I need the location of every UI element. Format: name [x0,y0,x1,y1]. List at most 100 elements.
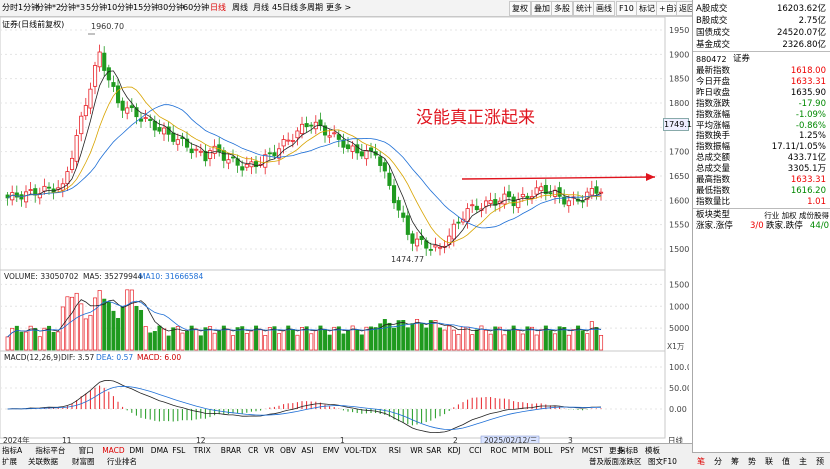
indicator-tab[interactable]: MCST [582,446,603,456]
indicator-tab[interactable]: CCI [469,446,482,456]
toolbar-button[interactable]: 统计 [573,1,595,16]
period-tab[interactable]: 分钟*3 [60,2,85,14]
extension-tab-right[interactable]: 图文F10 [648,457,677,467]
side-tab[interactable]: 联 [765,456,773,467]
period-tab[interactable]: 45日线 [272,2,298,14]
period-tab[interactable]: 分钟*2 [36,2,61,14]
candle-body [102,52,107,71]
toolbar-button[interactable]: 复权 [509,1,531,16]
indicator-tab[interactable]: MTM [512,446,530,456]
toolbar-button[interactable]: 标记 [636,1,658,16]
side-tab[interactable]: 预 [816,456,824,467]
indicator-set-tab[interactable]: 模板 [645,446,660,456]
volume-bar [74,292,79,351]
stat-value: 433.71亿 [787,153,826,164]
extension-tab-right[interactable]: 普及版面涨跌区 [589,457,642,467]
toolbar-button[interactable]: 叠加 [531,1,553,16]
candle-body [401,212,406,218]
candle-body [194,148,199,151]
candle-body [244,164,249,168]
stat-label: 指数量比 [696,196,731,207]
indicator-tab[interactable]: ASI [301,446,313,456]
toolbar-button[interactable]: F10 [616,1,637,16]
indicator-tab[interactable]: DMA [151,446,168,456]
indicator-tab[interactable]: FSL [172,446,185,456]
volume-bar [346,330,351,351]
indicator-tab[interactable]: PSY [560,446,574,456]
extension-tab[interactable]: 财富圈 [72,457,95,467]
volume-bar [359,334,364,351]
volume-bar [369,326,374,351]
price-axis-label: 1500 [669,245,689,254]
indicator-tab[interactable]: MACD [102,446,124,456]
period-tab[interactable]: 60分钟 [183,2,209,14]
candle-body [539,186,544,192]
volume-bar [143,326,148,351]
period-tab[interactable]: 10分钟 [107,2,133,14]
market-row-value: 24520.07亿 [776,28,826,38]
period-tab[interactable]: 5分钟 [86,2,107,14]
period-tab[interactable]: 月线 [253,2,269,14]
stat-value: -0.86% [795,120,826,131]
candle-body [93,65,98,87]
volume-bar [433,320,438,351]
candle-body [83,105,88,117]
period-tab[interactable]: 更多 > [326,2,351,14]
period-tab[interactable]: 30分钟 [158,2,184,14]
candle-body [88,88,93,109]
period-tab[interactable]: 15分钟 [133,2,159,14]
indicator-tab[interactable]: 指标A [2,446,22,456]
side-tab[interactable]: 笔 [697,456,705,467]
indicator-tab[interactable]: CR [248,446,258,456]
extension-tab[interactable]: 关联数据 [28,457,58,467]
indicator-tab[interactable]: RSI [389,446,401,456]
stat-row: 最高指数 1633.31 [693,175,830,186]
volume-bar [281,330,286,351]
indicator-set-tab[interactable]: 指标B [618,446,638,456]
volume-ma10: MA10: 31666584 [139,272,203,281]
indicator-tab[interactable]: BOLL [533,446,552,456]
indicator-tab[interactable]: TRIX [194,446,211,456]
volume-bar [470,334,475,351]
side-tab[interactable]: 主 [799,456,807,467]
indicator-tab[interactable]: EMV [323,446,339,456]
indicator-tab[interactable]: ROC [490,446,506,456]
volume-bar [83,318,88,351]
extension-tab[interactable]: 行业排名 [107,457,137,467]
kline-chart[interactable]: 1950190018501800175017001650160015501500… [0,16,694,446]
period-tab[interactable]: 多周期 [299,2,323,14]
indicator-tab[interactable]: 窗口 [79,446,94,456]
indicator-tab[interactable]: DMI [129,446,143,456]
period-tab[interactable]: 周线 [232,2,248,14]
side-tab[interactable]: 值 [782,456,790,467]
chart-canvas[interactable]: 1950190018501800175017001650160015501500… [0,16,694,446]
macd-dea: DEA: 0.57 [96,353,133,362]
indicator-tab[interactable]: VOL-TDX [344,446,376,456]
candle-body [474,205,479,211]
indicator-tab[interactable]: KDJ [448,446,461,456]
side-tab[interactable]: 势 [748,456,756,467]
volume-bar [520,333,525,351]
volume-bar [382,319,387,351]
extension-tab[interactable]: 扩展 [2,457,17,467]
indicator-tab[interactable]: BRAR [221,446,241,456]
side-tab[interactable]: 分 [714,456,722,467]
indicator-tab[interactable]: SAR [426,446,441,456]
candle-body [226,159,231,164]
stat-value: 1633.31 [790,175,826,185]
indicator-tab[interactable]: WR [410,446,423,456]
macd-axis-label: 50.00 [669,384,689,393]
stat-label: 指数换手 [696,131,731,142]
period-tab[interactable]: 分时 [2,2,18,14]
side-tab[interactable]: 筹 [731,456,739,467]
indicator-tab[interactable]: 指标平台 [35,446,65,456]
volume-unit-label: X1万 [667,342,685,351]
indicator-tab[interactable]: VR [264,446,274,456]
toolbar-button[interactable]: 多股 [551,1,573,16]
volume-bar [171,327,176,351]
indicator-tab[interactable]: OBV [280,446,296,456]
toolbar-button[interactable]: 画线 [593,1,615,16]
period-tab[interactable]: 日线 [210,2,226,14]
stat-value: 17.11/1.05% [771,142,826,153]
volume-axis-label: 10000 [669,302,689,311]
